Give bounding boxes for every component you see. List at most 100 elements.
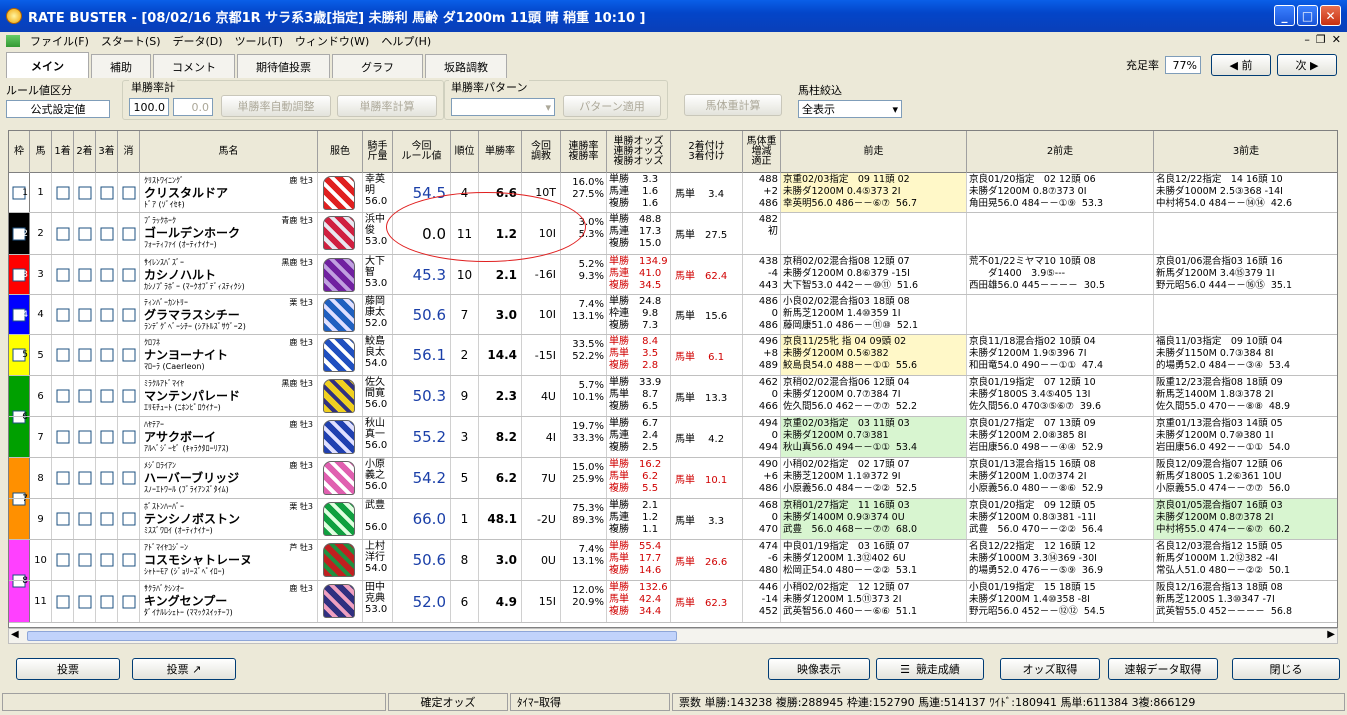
tab-main[interactable]: メイン: [6, 52, 89, 78]
pick-checkbox[interactable]: [100, 512, 113, 526]
close-window-button[interactable]: 閉じる: [1232, 658, 1340, 680]
prev-button[interactable]: ◀ 前: [1211, 54, 1271, 76]
pick-checkbox[interactable]: [122, 430, 135, 444]
pick-checkbox[interactable]: [56, 430, 69, 444]
pick-cell: [96, 499, 118, 539]
pick-checkbox[interactable]: [78, 227, 91, 240]
menu-data[interactable]: データ(D): [167, 33, 229, 49]
horse-name-cell[interactable]: ﾌﾞﾗｯｸﾎｰｸ 青鹿 牡3 ゴールデンホーク ﾌｫｰﾃｨﾌｧｲ (ｵｰﾃｨﾅｲﾅｰ): [140, 213, 318, 254]
menu-file[interactable]: ファイル(F): [24, 33, 95, 49]
pick-checkbox[interactable]: [122, 308, 135, 321]
pick-checkbox[interactable]: [122, 227, 135, 240]
weight-calc-button[interactable]: 馬体重計算: [684, 94, 782, 116]
pick-checkbox[interactable]: [78, 512, 91, 526]
odds-fetch-button[interactable]: オッズ取得: [1000, 658, 1100, 680]
pick-checkbox[interactable]: [56, 348, 69, 362]
pick-checkbox[interactable]: [122, 268, 135, 281]
menu-tool[interactable]: ツール(T): [229, 33, 289, 49]
fast-data-button[interactable]: 速報データ取得: [1108, 658, 1218, 680]
pick-checkbox[interactable]: [100, 430, 113, 444]
pick-checkbox[interactable]: [56, 512, 69, 526]
vote-export-button[interactable]: 投票 ↗: [132, 658, 236, 680]
scroll-right-icon[interactable]: ▶: [1327, 629, 1335, 640]
horse-name-cell[interactable]: ｸﾛﾌﾈ鹿 牡3 ナンヨーナイト ﾏﾛｰﾗ (Caerleon): [140, 335, 318, 375]
pick-checkbox[interactable]: [56, 227, 69, 240]
tab-comment[interactable]: コメント: [153, 54, 235, 78]
pick-checkbox[interactable]: [100, 595, 113, 608]
pattern-apply-button[interactable]: パターン適用: [563, 95, 661, 117]
horse-name-cell[interactable]: ﾃｨﾝﾊﾞｰｶﾝﾄﾘｰ栗 牡3 グラマラスシチー ﾗﾝﾃﾞｸﾞﾍﾞｰｼﾁｰ (ｼｱﾄ…: [140, 295, 318, 334]
horizontal-scrollbar[interactable]: ◀ ▶: [8, 628, 1338, 644]
pick-checkbox[interactable]: [122, 595, 135, 608]
pick-checkbox[interactable]: [78, 348, 91, 362]
mdi-restore-button[interactable]: ❐: [1316, 33, 1326, 46]
pick-checkbox[interactable]: [122, 348, 135, 362]
tab-sub[interactable]: 補助: [91, 54, 151, 78]
menu-help[interactable]: ヘルプ(H): [375, 33, 437, 49]
menu-start[interactable]: スタート(S): [95, 33, 167, 49]
maximize-button[interactable]: □: [1297, 5, 1318, 26]
mdi-minimize-button[interactable]: –: [1304, 33, 1310, 46]
menu-window[interactable]: ウィンドウ(W): [289, 33, 375, 49]
pick-checkbox[interactable]: [78, 308, 91, 321]
scroll-left-icon[interactable]: ◀: [11, 629, 19, 640]
pick-checkbox[interactable]: [100, 389, 113, 403]
menu-bar: ファイル(F) スタート(S) データ(D) ツール(T) ウィンドウ(W) ヘ…: [0, 32, 1347, 50]
pick-checkbox[interactable]: [122, 471, 135, 485]
pick-checkbox[interactable]: [122, 512, 135, 526]
tab-expect[interactable]: 期待値投票: [237, 54, 330, 78]
tab-hill[interactable]: 坂路調教: [425, 54, 507, 78]
next-button[interactable]: 次 ▶: [1277, 54, 1337, 76]
pick-checkbox[interactable]: [122, 186, 135, 199]
results-button[interactable]: ☰ 競走成績: [876, 658, 984, 680]
minimize-button[interactable]: _: [1274, 5, 1295, 26]
pick-checkbox[interactable]: [78, 268, 91, 281]
pick-checkbox[interactable]: [56, 389, 69, 403]
rule-value-field[interactable]: 公式設定値: [6, 100, 110, 118]
horse-name-cell[interactable]: ｸﾘｽﾄﾜｲﾆﾝｸﾞ鹿 牡3 クリスタルドア ﾄﾞｱ (ｿﾞｲｾｷ): [140, 173, 318, 212]
past-race-2: 京良01/13混合指15 16頭 08 未勝ダ1200M 1.0⑦374 2I …: [967, 458, 1154, 498]
pick-checkbox[interactable]: [100, 308, 113, 321]
horse-name-cell[interactable]: ｱﾄﾞﾏｲﾔｺｼﾞｰﾝ芦 牡3 コスモシャトレーヌ ｼｬﾄｰﾓｱ (ｼﾞｮﾘｰｽﾞﾍ…: [140, 540, 318, 580]
tan-calc-button[interactable]: 単勝率計算: [337, 95, 437, 117]
filter-select[interactable]: 全表示 ▾: [798, 100, 902, 118]
pick-checkbox[interactable]: [56, 471, 69, 485]
horse-name-cell[interactable]: ﾎﾞｽﾄﾝﾊｰﾊﾞｰ栗 牡3 テンシノボストン ﾐｽｽﾞﾜﾛｲ (ｵｰﾃｨﾅｲﾅｰ): [140, 499, 318, 539]
horse-name-cell[interactable]: ｻｲﾚﾝｽﾊﾞｽﾞｰ 黒鹿 牡3 カシノハルト ｶｼﾉﾌﾟﾗﾎﾞｰ (ﾏｰｸｵﾌﾞﾃﾞ…: [140, 255, 318, 294]
pick-checkbox[interactable]: [78, 186, 91, 199]
jockey-cell: 小原 義之 56.0: [363, 458, 393, 498]
close-button[interactable]: ✕: [1320, 5, 1341, 26]
auto-adjust-button[interactable]: 単勝率自動調整: [221, 95, 331, 117]
pick-checkbox[interactable]: [56, 308, 69, 321]
tan-sub-field[interactable]: 0.0: [173, 98, 213, 116]
scroll-thumb[interactable]: [27, 631, 677, 641]
pick-checkbox[interactable]: [56, 186, 69, 199]
header-cell: 2前走: [967, 131, 1154, 173]
pick-checkbox[interactable]: [56, 553, 69, 567]
video-button[interactable]: 映像表示: [768, 658, 870, 680]
pattern-select[interactable]: ▾: [451, 98, 555, 116]
pick-checkbox[interactable]: [78, 595, 91, 608]
pick-checkbox[interactable]: [100, 553, 113, 567]
pick-checkbox[interactable]: [78, 389, 91, 403]
pick-checkbox[interactable]: [100, 186, 113, 199]
mdi-close-button[interactable]: ✕: [1332, 33, 1341, 46]
pick-checkbox[interactable]: [122, 553, 135, 567]
pick-checkbox[interactable]: [78, 553, 91, 567]
horse-name-cell[interactable]: ﾐﾗｸﾙｱﾄﾞﾏｲﾔ 黒鹿 牡3 マンテンパレード ｴﾘﾓﾁｭｰﾄ (ﾆﾎﾝﾋﾟﾛｳｲ…: [140, 376, 318, 416]
pick-checkbox[interactable]: [56, 268, 69, 281]
tab-graph[interactable]: グラフ: [332, 54, 423, 78]
pick-checkbox[interactable]: [100, 471, 113, 485]
pick-checkbox[interactable]: [78, 471, 91, 485]
pick-checkbox[interactable]: [122, 389, 135, 403]
tan-total-field[interactable]: 100.0: [129, 98, 169, 116]
pick-checkbox[interactable]: [100, 348, 113, 362]
horse-name-cell[interactable]: ﾊﾔﾃｱｰ鹿 牡3 アサクボーイ ｱﾙﾍﾞｼﾞｰｾﾞ (ｷｬﾗｸﾀﾛｰﾘｱｽ): [140, 417, 318, 457]
horse-name-cell[interactable]: ｻｸﾗﾊﾞｸｼﾝｵｰ鹿 牡3 キングセンプー ﾀﾞｲﾅﾙﾚｼｪﾄｰ (ﾏﾏｯｸｽｲｯ…: [140, 581, 318, 622]
horse-name-cell[interactable]: ﾒｼﾞﾛﾗｲｱﾝ鹿 牡3 ハーバーブリッジ ｽﾉｰｴﾄﾜｰﾙ (ﾌﾞﾗｲｱﾝｽﾞﾀｲ…: [140, 458, 318, 498]
vote-button[interactable]: 投票: [16, 658, 120, 680]
pick-checkbox[interactable]: [56, 595, 69, 608]
pick-checkbox[interactable]: [78, 430, 91, 444]
pick-checkbox[interactable]: [100, 227, 113, 240]
pick-checkbox[interactable]: [100, 268, 113, 281]
